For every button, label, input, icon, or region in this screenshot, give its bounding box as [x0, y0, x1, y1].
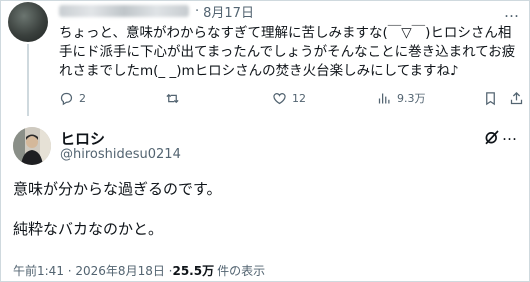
- separator-dot: ·: [195, 3, 200, 19]
- reply-date[interactable]: 8月17日: [203, 2, 254, 21]
- timestamp[interactable]: 午前1:41 · 2026年8月18日 ·: [13, 262, 172, 279]
- thread-line: [27, 44, 29, 116]
- like-icon: [273, 92, 286, 104]
- reply-actions: 2 12 9.3万: [59, 90, 525, 106]
- views-count: 9.3万: [397, 92, 426, 105]
- grok-icon[interactable]: [483, 128, 501, 146]
- reply-text: ちょっと、意味がわからなすぎて理解に苦しみますな(￣▽￣)ヒロシさん相手にド派手…: [59, 25, 516, 79]
- retweet-button[interactable]: [165, 90, 185, 106]
- views-button[interactable]: 9.3万: [377, 90, 426, 106]
- share-button[interactable]: [509, 90, 529, 106]
- reply-count: 2: [79, 91, 86, 105]
- reply-button[interactable]: 2: [59, 90, 86, 106]
- more-icon[interactable]: …: [504, 3, 520, 21]
- tweet-meta: 午前1:41 · 2026年8月18日 · 25.5万 件の表示: [13, 262, 265, 279]
- reply-icon: [60, 92, 73, 105]
- tweet-text: 意味が分からな過ぎるのです。 純粋なバカなのかと。: [13, 180, 222, 238]
- avatar[interactable]: [13, 127, 51, 165]
- views-icon: [378, 93, 390, 103]
- retweet-icon: [166, 93, 179, 103]
- like-button[interactable]: 12: [272, 90, 306, 106]
- more-icon[interactable]: …: [502, 126, 518, 144]
- avatar[interactable]: [8, 2, 48, 42]
- view-label: 件の表示: [217, 264, 266, 278]
- blurred-username[interactable]: [59, 5, 189, 17]
- bookmark-button[interactable]: [483, 90, 503, 106]
- reply-header: · 8月17日: [59, 2, 254, 21]
- reply-tweet[interactable]: · 8月17日 … ちょっと、意味がわからなすぎて理解に苦しみますな(￣▽￣)ヒ…: [0, 0, 530, 116]
- bookmark-icon: [486, 91, 495, 105]
- user-handle[interactable]: @hiroshidesu0214: [60, 147, 181, 162]
- like-count: 12: [292, 91, 306, 105]
- display-name[interactable]: ヒロシ: [60, 128, 105, 149]
- share-icon: [510, 91, 523, 104]
- view-count: 25.5万: [172, 264, 215, 278]
- avatar-image: [13, 127, 51, 165]
